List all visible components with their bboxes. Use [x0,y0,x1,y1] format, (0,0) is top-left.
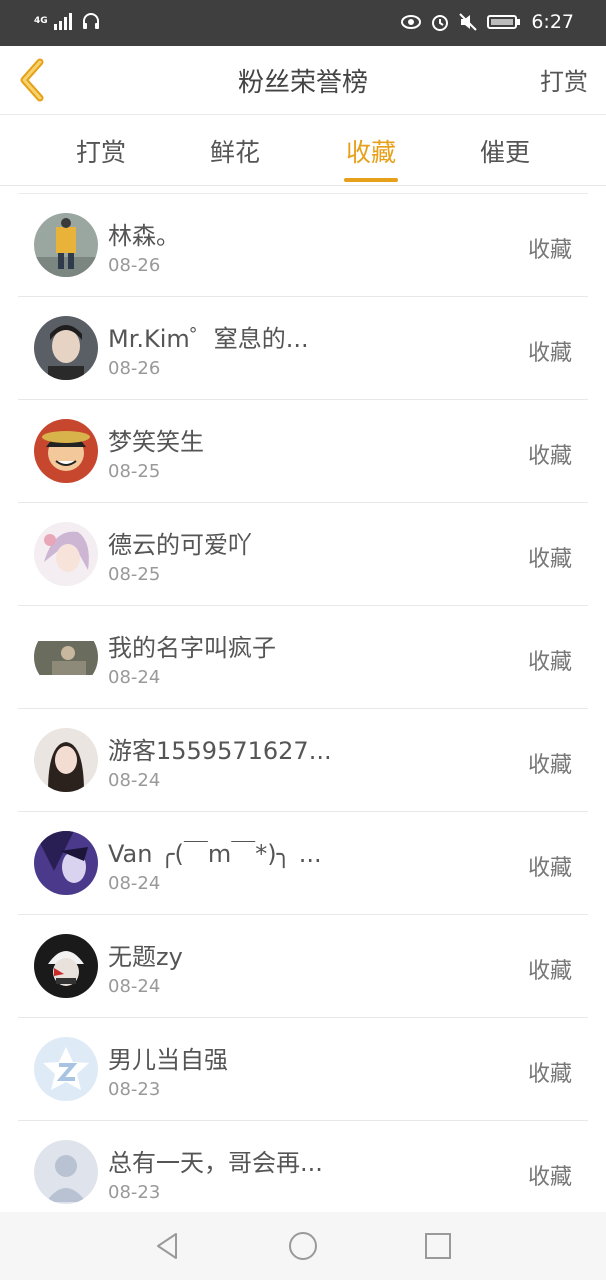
avatar [34,419,98,483]
avatar [34,316,98,380]
list-item[interactable]: 我的名字叫疯子 08-24 收藏 [18,606,588,709]
favorite-label: 收藏 [527,341,572,366]
network-type: 4G [34,15,48,26]
page-header: 粉丝荣誉榜 打赏 [0,46,606,115]
fan-date: 08-23 [108,1182,161,1203]
favorite-label: 收藏 [527,238,572,263]
page-title: 粉丝荣誉榜 [237,68,368,98]
fan-list: 林森。 08-26 收藏 Mr.Kim゜窒息的... 08-26 收藏 梦笑笑生… [18,193,588,1224]
fan-date: 08-24 [108,667,161,688]
fan-name: 林森。 [108,222,180,250]
list-item[interactable]: 德云的可爱吖 08-25 收藏 [18,503,588,606]
favorite-label: 收藏 [527,959,572,984]
reward-button[interactable]: 打赏 [540,62,588,97]
nav-back-icon[interactable] [152,1230,184,1262]
alarm-icon [432,15,449,31]
favorite-label: 收藏 [527,1165,572,1190]
tab-reward[interactable]: 打赏 [51,133,151,169]
fan-name: 总有一天，哥会再... [108,1149,323,1177]
fan-name: 梦笑笑生 [108,428,204,456]
fan-date: 08-24 [108,873,161,894]
headphone-icon [82,13,99,29]
fan-name: 德云的可爱吖 [108,531,252,559]
active-tab-indicator [344,178,398,182]
fan-name: Mr.Kim゜窒息的... [108,325,309,353]
favorite-label: 收藏 [527,1062,572,1087]
system-nav-bar [0,1212,606,1280]
avatar [34,1037,98,1101]
fan-date: 08-24 [108,770,161,791]
fan-name: 游客1559571627... [108,737,332,765]
fan-date: 08-24 [108,976,161,997]
avatar [34,728,98,792]
clock: 6:27 [531,11,574,33]
nav-home-icon[interactable] [287,1230,319,1262]
status-bar: 4G 6:27 [0,0,606,46]
nav-recents-icon[interactable] [422,1230,454,1262]
avatar [34,934,98,998]
signal-icon [53,13,72,30]
avatar [34,1140,98,1204]
list-item[interactable]: 梦笑笑生 08-25 收藏 [18,400,588,503]
tab-favorites[interactable]: 收藏 [321,133,421,169]
eye-icon [401,15,422,29]
fan-date: 08-25 [108,564,161,585]
battery-icon [487,15,521,29]
mute-icon [459,13,478,31]
list-item[interactable]: 林森。 08-26 收藏 [18,194,588,297]
fan-date: 08-26 [108,255,161,276]
fan-name: 我的名字叫疯子 [108,634,276,662]
avatar [34,213,98,277]
fan-name: Van ╭(￣m￣*)╮ ... [108,840,322,868]
fan-name: 男儿当自强 [108,1046,228,1074]
favorite-label: 收藏 [527,753,572,778]
list-item[interactable]: 无题zy 08-24 收藏 [18,915,588,1018]
avatar [34,831,98,895]
avatar [34,625,98,689]
fan-date: 08-25 [108,461,161,482]
favorite-label: 收藏 [527,856,572,881]
list-item[interactable]: Van ╭(￣m￣*)╮ ... 08-24 收藏 [18,812,588,915]
fan-date: 08-23 [108,1079,161,1100]
avatar [34,522,98,586]
favorite-label: 收藏 [527,547,572,572]
tab-flowers[interactable]: 鲜花 [185,133,285,169]
list-item[interactable]: 游客1559571627... 08-24 收藏 [18,709,588,812]
list-item[interactable]: 男儿当自强 08-23 收藏 [18,1018,588,1121]
fan-name: 无题zy [108,943,183,971]
list-item[interactable]: Mr.Kim゜窒息的... 08-26 收藏 [18,297,588,400]
favorite-label: 收藏 [527,650,572,675]
status-right: 6:27 [401,11,574,33]
tab-urge[interactable]: 催更 [455,133,555,169]
tab-bar: 打赏 鲜花 收藏 催更 [0,115,606,186]
fan-date: 08-26 [108,358,161,379]
favorite-label: 收藏 [527,444,572,469]
list-item[interactable]: 总有一天，哥会再... 08-23 收藏 [18,1121,588,1224]
status-left: 4G [34,12,100,30]
